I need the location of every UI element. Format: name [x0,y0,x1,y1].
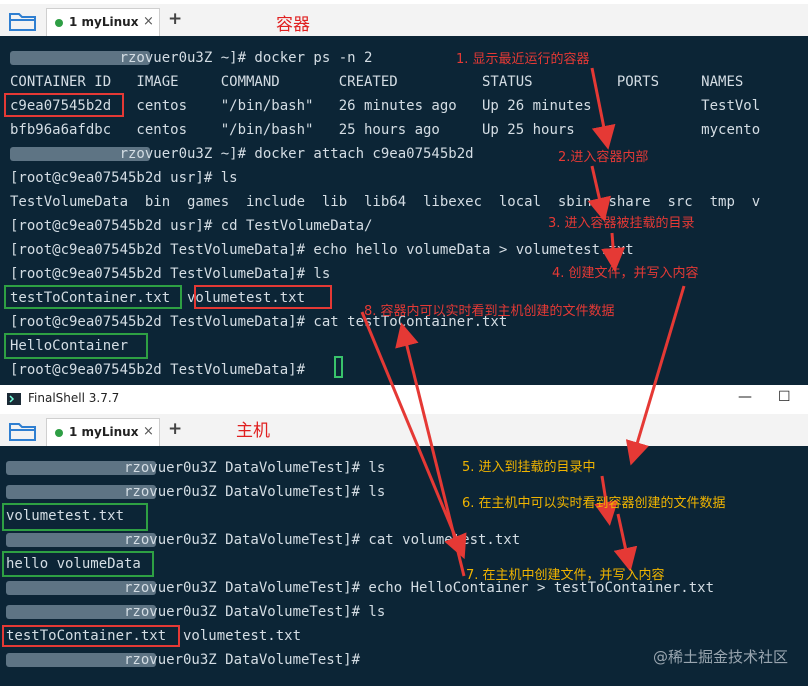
tab-label: 1 myLinux [69,425,139,439]
terminal-cursor [334,356,343,378]
tab-mylinux-top[interactable]: 1 myLinux × [46,8,160,36]
terminal-line: rzovuer0u3Z ~]# docker ps -n 2 [10,50,373,66]
file-highlight-green [4,285,182,309]
watermark: @稀土掘金技术社区 [652,648,788,666]
terminal-line: bfb96a6afdbc centos "/bin/bash" 25 hours… [10,122,761,138]
terminal-line: CONTAINER ID IMAGE COMMAND CREATED STATU… [10,74,744,90]
tab-mylinux-bottom[interactable]: 1 myLinux × [46,418,160,446]
close-tab-icon[interactable]: × [143,424,154,439]
close-tab-icon[interactable]: × [143,14,154,29]
finalshell-title-bar: FinalShell 3.7.7 — ☐ [0,385,808,414]
bottom-tab-bar: 1 myLinux × + 主机 [0,414,808,446]
terminal-app-icon [7,393,21,405]
terminal-line: rzovuer0u3Z DataVolumeTest]# ls [6,460,386,476]
new-tab-button[interactable]: + [168,419,182,439]
terminal-line: rzovuer0u3Z DataVolumeTest]# ls [6,484,386,500]
annotation-5: 5. 进入到挂载的目录中 [462,460,596,475]
terminal-line: rzovuer0u3Z DataVolumeTest]# cat volumet… [6,532,521,548]
annotation-8: 8. 容器内可以实时看到主机创建的文件数据 [364,304,615,319]
terminal-line: TestVolumeData bin games include lib lib… [10,194,761,210]
maximize-button[interactable]: ☐ [778,389,791,405]
terminal-line: rzovuer0u3Z DataVolumeTest]# ls [6,604,386,620]
section-title-container: 容器 [276,15,310,35]
annotation-6: 6. 在主机中可以实时看到容器创建的文件数据 [462,496,726,511]
file-highlight-red [2,625,180,647]
annotation-3: 3. 进入容器被挂载的目录 [548,216,695,231]
connected-status-icon [55,429,63,437]
section-title-host: 主机 [236,421,270,441]
new-tab-button[interactable]: + [168,9,182,29]
file-highlight-red [194,285,332,309]
minimize-button[interactable]: — [738,389,752,405]
folder-icon[interactable] [8,420,38,442]
content-highlight-green [4,333,148,359]
annotation-4: 4. 创建文件，并写入内容 [552,266,699,281]
annotation-1: 1. 显示最近运行的容器 [456,52,590,67]
connected-status-icon [55,19,63,27]
file-highlight-green [2,503,148,531]
top-tab-bar: 1 myLinux × + 容器 [0,4,808,36]
terminal-line: [root@c9ea07545b2d TestVolumeData]# [10,362,314,378]
annotation-7: 7. 在主机中创建文件，并写入内容 [466,568,665,583]
terminal-line: rzovuer0u3Z DataVolumeTest]# [6,652,361,668]
tab-label: 1 myLinux [69,15,139,29]
app-title: FinalShell 3.7.7 [28,391,120,405]
terminal-line: [root@c9ea07545b2d TestVolumeData]# ls [10,266,331,282]
container-id-highlight [4,93,124,117]
content-highlight-green [2,551,154,577]
folder-icon[interactable] [8,10,38,32]
terminal-line: [root@c9ea07545b2d usr]# ls [10,170,238,186]
terminal-line: rzovuer0u3Z ~]# docker attach c9ea07545b… [10,146,474,162]
annotation-2: 2.进入容器内部 [558,150,649,165]
terminal-line: [root@c9ea07545b2d usr]# cd TestVolumeDa… [10,218,373,234]
terminal-line: [root@c9ea07545b2d TestVolumeData]# echo… [10,242,634,258]
